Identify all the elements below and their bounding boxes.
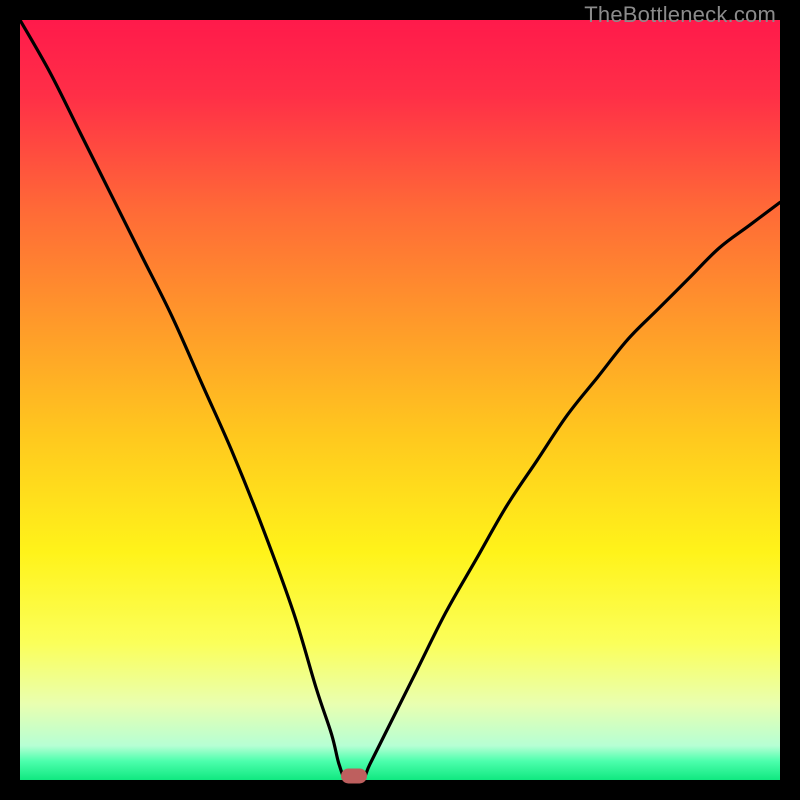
gradient-background xyxy=(20,20,780,780)
optimal-marker xyxy=(341,769,367,784)
watermark-text: TheBottleneck.com xyxy=(584,2,776,28)
chart-svg xyxy=(20,20,780,780)
chart-frame xyxy=(20,20,780,780)
